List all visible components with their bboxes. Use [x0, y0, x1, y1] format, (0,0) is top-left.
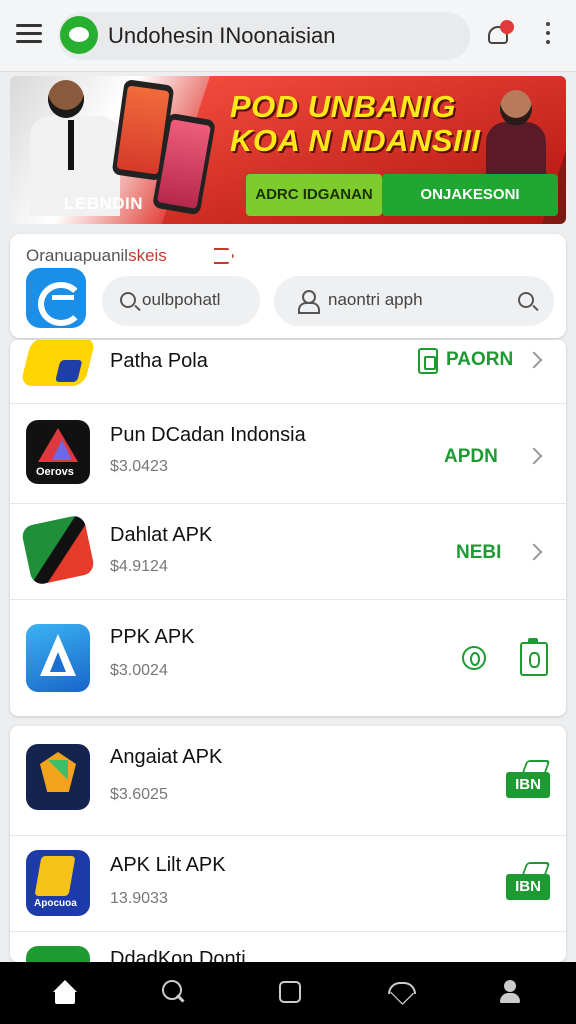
- list-item[interactable]: Oerovs Pun DCadan Indonsia $3.0423 APDN: [10, 404, 566, 504]
- banner-primary-button[interactable]: ADRC IDGANAN: [246, 174, 382, 216]
- price-tag-icon[interactable]: IBN: [506, 772, 550, 798]
- banner-left-label: LEBNDIN: [64, 194, 144, 213]
- bottom-navigation: [0, 962, 576, 1024]
- promo-banner[interactable]: POD UNBANIG KOA N NDANSIII LEBNDIN ADRC …: [10, 76, 566, 224]
- app-icon: Apocuoa: [26, 850, 90, 916]
- list-item[interactable]: PPK APK $3.0024: [10, 600, 566, 716]
- profile-icon[interactable]: [498, 978, 528, 1008]
- title-pill[interactable]: Undohesin INoonaisian: [58, 12, 470, 60]
- action-label[interactable]: PAORN: [446, 349, 513, 371]
- banner-headline: POD UNBANIG KOA N NDANSIII: [230, 89, 481, 158]
- app-icon: [20, 514, 96, 586]
- app-icon: [26, 624, 90, 692]
- chevron-right-icon[interactable]: [525, 543, 543, 561]
- notification-badge: [500, 20, 514, 34]
- section-label: Oranuapuanilskeis: [26, 246, 167, 265]
- app-icon: [20, 340, 96, 386]
- app-list-card-2: Angaiat APK $3.6025 IBN Apocuoa APK Lilt…: [10, 726, 566, 962]
- app-logo-icon: [60, 16, 98, 54]
- banner-secondary-button[interactable]: ONJAKESONI: [382, 174, 558, 216]
- clipboard-icon[interactable]: [520, 638, 548, 676]
- list-item[interactable]: DdadKon Donti: [10, 932, 566, 962]
- user-icon: [298, 290, 320, 314]
- top-app-bar: Undohesin INoonaisian: [0, 0, 576, 72]
- chevron-right-icon[interactable]: [525, 351, 543, 369]
- app-icon: [26, 946, 90, 962]
- price-tag-icon[interactable]: IBN: [506, 874, 550, 900]
- app-icon: [26, 744, 90, 810]
- timer-icon[interactable]: [462, 646, 486, 670]
- app-icon: Oerovs: [26, 420, 90, 484]
- menu-icon[interactable]: [16, 24, 42, 44]
- search-section: Oranuapuanilskeis oulbpohatl naontri app…: [10, 234, 566, 338]
- list-item[interactable]: Patha Pola PAORN: [10, 340, 566, 404]
- action-label[interactable]: APDN: [444, 446, 498, 468]
- app-list-card: Patha Pola PAORN Oerovs Pun DCadan Indon…: [10, 340, 566, 716]
- search-icon: [518, 292, 534, 308]
- notification-icon[interactable]: [486, 20, 516, 50]
- list-item[interactable]: Apocuoa APK Lilt APK 13.9033 IBN: [10, 836, 566, 932]
- favorites-icon[interactable]: [388, 978, 418, 1008]
- app-title: Undohesin INoonaisian: [108, 23, 336, 48]
- apps-icon[interactable]: [276, 978, 306, 1008]
- chevron-right-icon[interactable]: [525, 447, 543, 465]
- document-icon: [418, 348, 438, 374]
- home-icon[interactable]: [52, 978, 82, 1008]
- action-label[interactable]: NEBI: [456, 542, 501, 564]
- browser-logo-icon[interactable]: [26, 268, 86, 328]
- search-icon[interactable]: [160, 978, 190, 1008]
- tag-icon: [214, 248, 234, 264]
- search-icon: [120, 292, 136, 308]
- search-chip-2[interactable]: naontri apph: [274, 276, 554, 326]
- search-chip-1[interactable]: oulbpohatl: [102, 276, 260, 326]
- more-icon[interactable]: [540, 22, 556, 48]
- list-item[interactable]: Angaiat APK $3.6025 IBN: [10, 726, 566, 836]
- list-item[interactable]: Dahlat APK $4.9124 NEBI: [10, 504, 566, 600]
